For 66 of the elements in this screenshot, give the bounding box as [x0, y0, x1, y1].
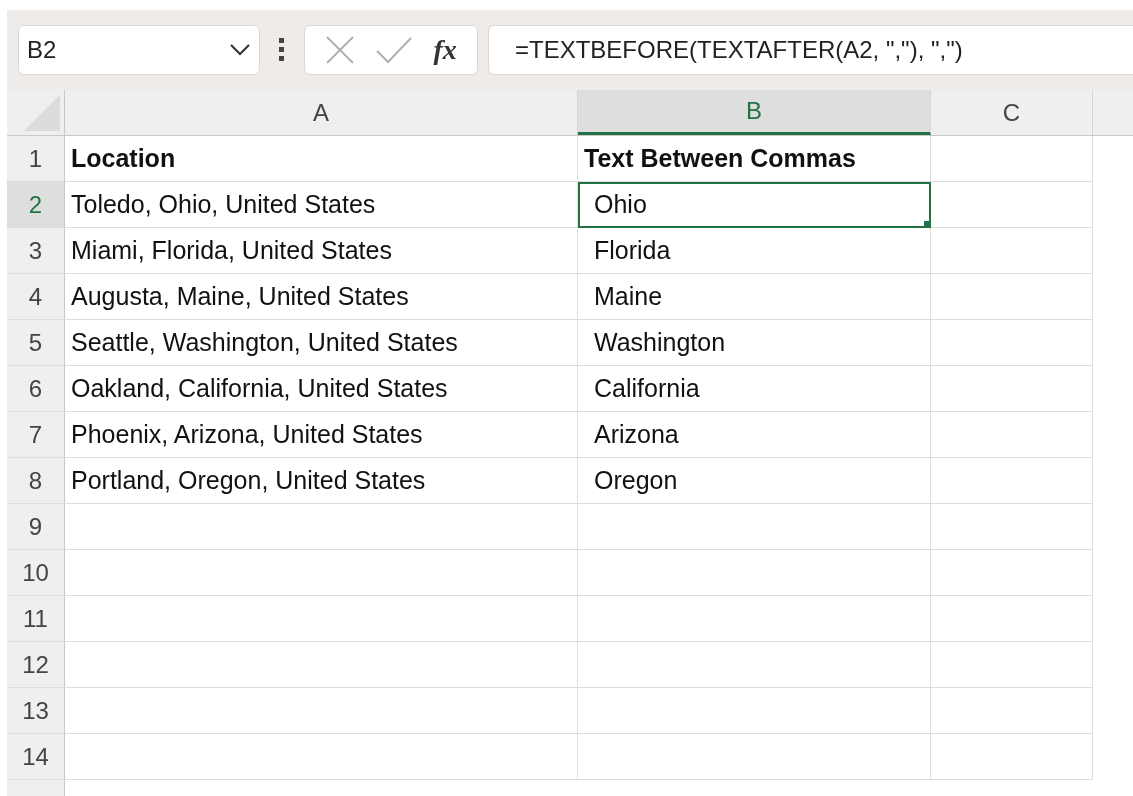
dropdown-caret-icon[interactable]: [229, 43, 251, 57]
insert-function-button[interactable]: fx: [433, 29, 457, 71]
table-cell[interactable]: [65, 550, 578, 596]
name-box[interactable]: B2: [18, 25, 260, 75]
table-cell[interactable]: Augusta, Maine, United States: [65, 274, 578, 320]
table-cell[interactable]: Location: [65, 136, 578, 182]
table-cell[interactable]: [931, 688, 1093, 734]
formula-field[interactable]: =TEXTBEFORE(TEXTAFTER(A2, ","), ","): [488, 25, 1133, 75]
table-cell[interactable]: Maine: [578, 274, 931, 320]
table-cell[interactable]: Text Between Commas: [578, 136, 931, 182]
column-header[interactable]: B: [578, 90, 931, 135]
table-cell[interactable]: [65, 596, 578, 642]
table-cell[interactable]: Oakland, California, United States: [65, 366, 578, 412]
table-cell[interactable]: [578, 504, 931, 550]
table-cell[interactable]: [65, 504, 578, 550]
row-header[interactable]: 11: [7, 596, 65, 642]
row-header[interactable]: 2: [7, 182, 65, 228]
table-cell[interactable]: Washington: [578, 320, 931, 366]
row-header[interactable]: 6: [7, 366, 65, 412]
row-header[interactable]: 9: [7, 504, 65, 550]
row-header[interactable]: 12: [7, 642, 65, 688]
formula-text: =TEXTBEFORE(TEXTAFTER(A2, ","), ","): [515, 35, 963, 65]
table-cell[interactable]: [931, 734, 1093, 780]
table-cell[interactable]: [578, 596, 931, 642]
table-cell[interactable]: [931, 596, 1093, 642]
table-cell[interactable]: [931, 136, 1093, 182]
table-cell[interactable]: Oregon: [578, 458, 931, 504]
cell-reference: B2: [27, 35, 57, 65]
more-options-icon[interactable]: [278, 37, 286, 63]
table-cell[interactable]: [931, 550, 1093, 596]
table-cell[interactable]: [65, 642, 578, 688]
table-cell[interactable]: [931, 412, 1093, 458]
table-cell[interactable]: [578, 642, 931, 688]
table-cell[interactable]: Toledo, Ohio, United States: [65, 182, 578, 228]
row-header[interactable]: 1: [7, 136, 65, 182]
fill-handle[interactable]: [924, 221, 930, 227]
table-cell[interactable]: [931, 320, 1093, 366]
table-cell[interactable]: [931, 504, 1093, 550]
row-header[interactable]: 4: [7, 274, 65, 320]
table-cell[interactable]: Arizona: [578, 412, 931, 458]
table-cell[interactable]: Seattle, Washington, United States: [65, 320, 578, 366]
column-header[interactable]: C: [931, 90, 1093, 135]
table-cell[interactable]: [578, 734, 931, 780]
table-cell[interactable]: [578, 550, 931, 596]
table-cell[interactable]: [931, 274, 1093, 320]
table-cell[interactable]: [931, 366, 1093, 412]
row-header[interactable]: 7: [7, 412, 65, 458]
row-header[interactable]: 14: [7, 734, 65, 780]
table-cell[interactable]: [65, 734, 578, 780]
table-cell[interactable]: [931, 642, 1093, 688]
table-cell[interactable]: California: [578, 366, 931, 412]
table-cell[interactable]: Ohio: [578, 182, 931, 228]
row-header[interactable]: 3: [7, 228, 65, 274]
row-header[interactable]: 13: [7, 688, 65, 734]
table-cell[interactable]: [931, 228, 1093, 274]
table-cell[interactable]: [931, 182, 1093, 228]
table-cell[interactable]: [65, 688, 578, 734]
table-cell[interactable]: [931, 458, 1093, 504]
table-cell[interactable]: Portland, Oregon, United States: [65, 458, 578, 504]
row-header[interactable]: 10: [7, 550, 65, 596]
row-header[interactable]: 5: [7, 320, 65, 366]
table-cell[interactable]: Miami, Florida, United States: [65, 228, 578, 274]
row-header[interactable]: 8: [7, 458, 65, 504]
table-cell[interactable]: Florida: [578, 228, 931, 274]
table-cell[interactable]: Phoenix, Arizona, United States: [65, 412, 578, 458]
table-cell[interactable]: [578, 688, 931, 734]
